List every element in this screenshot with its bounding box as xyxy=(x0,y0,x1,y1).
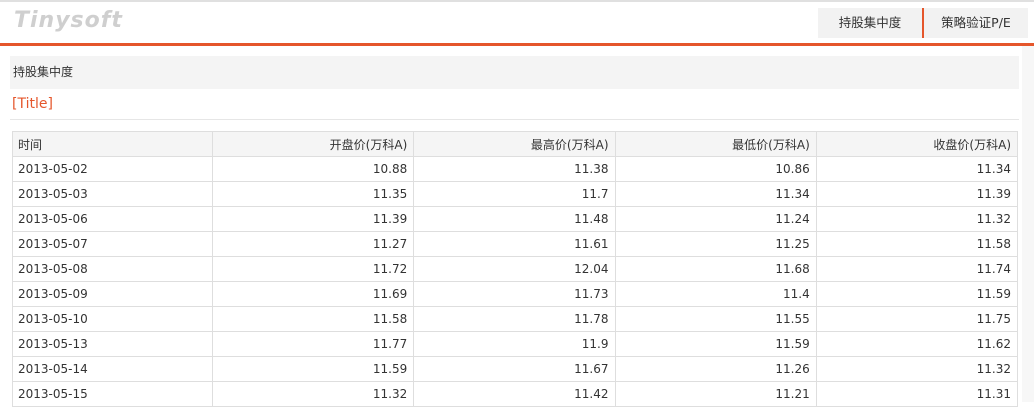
cell-high: 11.67 xyxy=(413,356,616,382)
table-row: 2013-05-15 11.32 11.42 11.21 11.31 xyxy=(12,381,1019,407)
cell-close: 11.62 xyxy=(815,331,1019,357)
cell-date: 2013-05-02 xyxy=(12,156,213,182)
cell-low: 11.68 xyxy=(614,256,817,282)
table-row: 2013-05-08 11.72 12.04 11.68 11.74 xyxy=(12,256,1019,282)
cell-open: 11.32 xyxy=(211,381,415,407)
table-row: 2013-05-06 11.39 11.48 11.24 11.32 xyxy=(12,206,1019,232)
column-header-close[interactable]: 收盘价(万科A) xyxy=(815,131,1019,157)
table-row: 2013-05-07 11.27 11.61 11.25 11.58 xyxy=(12,231,1019,257)
cell-low: 11.34 xyxy=(614,181,817,207)
table-row: 2013-05-14 11.59 11.67 11.26 11.32 xyxy=(12,356,1019,382)
cell-open: 11.35 xyxy=(211,181,415,207)
cell-close: 11.32 xyxy=(815,356,1019,382)
nav-strategy-pe[interactable]: 策略验证P/E xyxy=(924,8,1028,38)
section-header: 持股集中度 xyxy=(10,56,1019,89)
cell-high: 11.61 xyxy=(413,231,616,257)
cell-high: 11.9 xyxy=(413,331,616,357)
cell-date: 2013-05-15 xyxy=(12,381,213,407)
cell-close: 11.39 xyxy=(815,181,1019,207)
cell-date: 2013-05-10 xyxy=(12,306,213,332)
cell-open: 11.27 xyxy=(211,231,415,257)
cell-low: 11.24 xyxy=(614,206,817,232)
cell-date: 2013-05-03 xyxy=(12,181,213,207)
cell-low: 11.25 xyxy=(614,231,817,257)
cell-low: 11.26 xyxy=(614,356,817,382)
column-header-open[interactable]: 开盘价(万科A) xyxy=(211,131,415,157)
table-row: 2013-05-09 11.69 11.73 11.4 11.59 xyxy=(12,281,1019,307)
logo: Tinysoft xyxy=(14,8,123,33)
data-table-container: 时间 开盘价(万科A) 最高价(万科A) 最低价(万科A) 收盘价(万科A) 2… xyxy=(12,131,1019,407)
cell-date: 2013-05-13 xyxy=(12,331,213,357)
cell-date: 2013-05-07 xyxy=(12,231,213,257)
column-header-high[interactable]: 最高价(万科A) xyxy=(413,131,616,157)
table-row: 2013-05-10 11.58 11.78 11.55 11.75 xyxy=(12,306,1019,332)
cell-low: 10.86 xyxy=(614,156,817,182)
cell-high: 11.78 xyxy=(413,306,616,332)
cell-high: 11.48 xyxy=(413,206,616,232)
cell-high: 12.04 xyxy=(413,256,616,282)
cell-date: 2013-05-08 xyxy=(12,256,213,282)
table-row: 2013-05-02 10.88 11.38 10.86 11.34 xyxy=(12,156,1019,182)
cell-close: 11.31 xyxy=(815,381,1019,407)
cell-date: 2013-05-09 xyxy=(12,281,213,307)
nav-holdings-concentration[interactable]: 持股集中度 xyxy=(818,8,922,38)
cell-low: 11.55 xyxy=(614,306,817,332)
cell-open: 11.69 xyxy=(211,281,415,307)
cell-open: 11.72 xyxy=(211,256,415,282)
top-bar: Tinysoft 持股集中度 策略验证P/E xyxy=(0,0,1034,43)
cell-open: 11.58 xyxy=(211,306,415,332)
cell-date: 2013-05-06 xyxy=(12,206,213,232)
cell-date: 2013-05-14 xyxy=(12,356,213,382)
cell-open: 11.39 xyxy=(211,206,415,232)
cell-close: 11.58 xyxy=(815,231,1019,257)
cell-open: 10.88 xyxy=(211,156,415,182)
scrollbar-track[interactable] xyxy=(1022,46,1034,402)
column-header-date[interactable]: 时间 xyxy=(12,131,213,157)
cell-close: 11.32 xyxy=(815,206,1019,232)
accent-line xyxy=(0,43,1034,46)
table-row: 2013-05-13 11.77 11.9 11.59 11.62 xyxy=(12,331,1019,357)
cell-close: 11.74 xyxy=(815,256,1019,282)
table-row: 2013-05-03 11.35 11.7 11.34 11.39 xyxy=(12,181,1019,207)
price-table: 时间 开盘价(万科A) 最高价(万科A) 最低价(万科A) 收盘价(万科A) 2… xyxy=(12,131,1019,407)
table-body: 2013-05-02 10.88 11.38 10.86 11.34 2013-05-03… xyxy=(12,156,1019,407)
cell-open: 11.59 xyxy=(211,356,415,382)
title-row: [Title] xyxy=(10,96,1019,120)
cell-close: 11.75 xyxy=(815,306,1019,332)
cell-close: 11.59 xyxy=(815,281,1019,307)
cell-high: 11.73 xyxy=(413,281,616,307)
column-header-low[interactable]: 最低价(万科A) xyxy=(614,131,817,157)
cell-open: 11.77 xyxy=(211,331,415,357)
table-title: [Title] xyxy=(12,96,53,112)
cell-low: 11.59 xyxy=(614,331,817,357)
cell-close: 11.34 xyxy=(815,156,1019,182)
cell-high: 11.7 xyxy=(413,181,616,207)
table-header-row: 时间 开盘价(万科A) 最高价(万科A) 最低价(万科A) 收盘价(万科A) xyxy=(12,131,1019,157)
cell-high: 11.38 xyxy=(413,156,616,182)
cell-high: 11.42 xyxy=(413,381,616,407)
cell-low: 11.4 xyxy=(614,281,817,307)
cell-low: 11.21 xyxy=(614,381,817,407)
